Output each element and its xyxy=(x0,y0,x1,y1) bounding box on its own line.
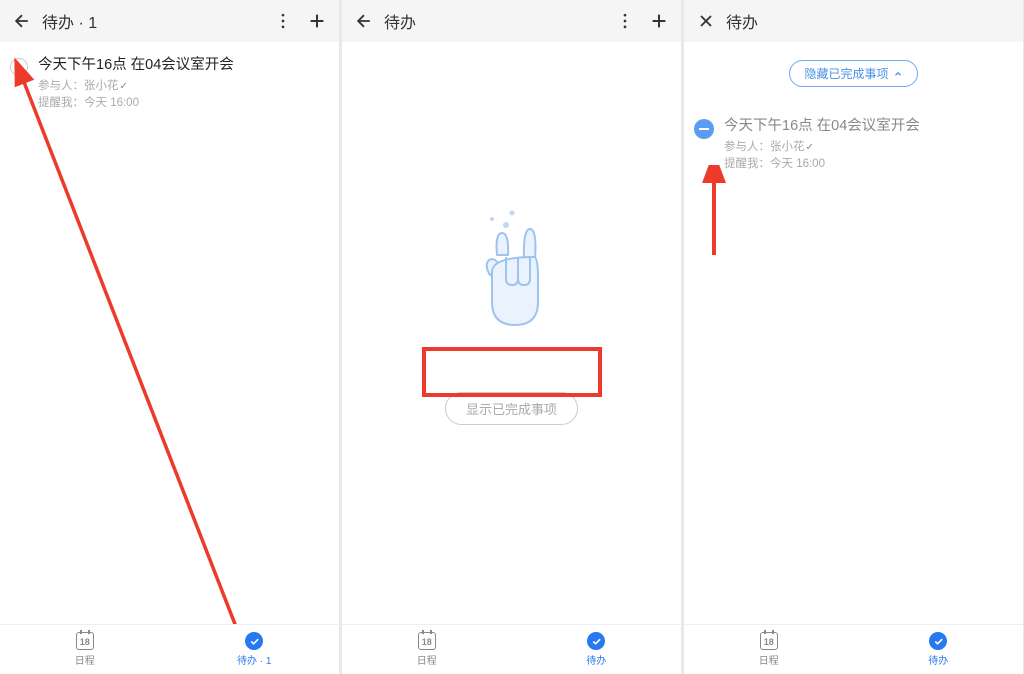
nav-todo[interactable]: 待办 xyxy=(854,625,1024,674)
todo-title: 今天下午16点 在04会议室开会 xyxy=(38,56,325,75)
check-tiny-icon: ✓ xyxy=(806,140,814,155)
calendar-icon: 18 xyxy=(76,632,94,650)
content: 隐藏已完成事项 今天下午16点 在04会议室开会 参与人：张小花✓ 提醒我：今天… xyxy=(684,60,1023,642)
back-icon[interactable] xyxy=(350,7,378,35)
nav-todo[interactable]: 待办 · 1 xyxy=(170,625,340,674)
header-title: 待办 · 1 xyxy=(42,9,97,33)
nav-calendar[interactable]: 18 日程 xyxy=(0,625,170,674)
header-title: 待办 xyxy=(726,9,758,33)
bottom-nav: 18 日程 待办 xyxy=(684,624,1023,674)
more-icon[interactable] xyxy=(611,7,639,35)
close-icon[interactable] xyxy=(692,7,720,35)
more-icon[interactable] xyxy=(269,7,297,35)
screen-one: 待办 · 1 今天下午16点 在04会议室开会 参与人：张小花✓ 提醒我：今天 … xyxy=(0,0,339,674)
header: 待办 · 1 xyxy=(0,0,339,42)
rock-hand-icon xyxy=(452,202,572,352)
chevron-up-icon xyxy=(893,69,903,79)
content: 今天下午16点 在04会议室开会 参与人：张小花✓ 提醒我：今天 16:00 xyxy=(0,42,339,624)
todo-meta: 参与人：张小花✓ 提醒我：今天 16:00 xyxy=(724,139,1009,174)
nav-calendar[interactable]: 18 日程 xyxy=(684,625,854,674)
todo-item[interactable]: 今天下午16点 在04会议室开会 参与人：张小花✓ 提醒我：今天 16:00 xyxy=(0,42,339,124)
annotation-arrow xyxy=(0,42,339,674)
todo-radio[interactable] xyxy=(10,58,28,76)
header-title: 待办 xyxy=(384,9,416,33)
add-icon[interactable] xyxy=(645,7,673,35)
todo-item[interactable]: 今天下午16点 在04会议室开会 参与人：张小花✓ 提醒我：今天 16:00 xyxy=(684,103,1023,185)
check-icon xyxy=(929,632,947,650)
todo-meta: 参与人：张小花✓ 提醒我：今天 16:00 xyxy=(38,78,325,113)
header: 待办 xyxy=(684,0,1023,42)
nav-todo[interactable]: 待办 xyxy=(512,625,682,674)
content: 显示已完成事项 xyxy=(342,42,681,624)
screen-two: 待办 xyxy=(342,0,681,674)
calendar-icon: 18 xyxy=(760,632,778,650)
header: 待办 xyxy=(342,0,681,42)
calendar-icon: 18 xyxy=(418,632,436,650)
screen-three: 待办 隐藏已完成事项 今天下午16点 在04会议室开会 参与人：张小花✓ 提醒我… xyxy=(684,0,1023,674)
nav-calendar[interactable]: 18 日程 xyxy=(342,625,512,674)
hide-completed-button[interactable]: 隐藏已完成事项 xyxy=(789,60,917,87)
remove-icon[interactable] xyxy=(694,119,714,139)
show-completed-button[interactable]: 显示已完成事项 xyxy=(445,392,578,425)
bottom-nav: 18 日程 待办 · 1 xyxy=(0,624,339,674)
back-icon[interactable] xyxy=(8,7,36,35)
check-icon xyxy=(245,632,263,650)
add-icon[interactable] xyxy=(303,7,331,35)
bottom-nav: 18 日程 待办 xyxy=(342,624,681,674)
check-icon xyxy=(587,632,605,650)
empty-state: 显示已完成事项 xyxy=(342,202,681,425)
check-tiny-icon: ✓ xyxy=(120,79,128,94)
todo-title: 今天下午16点 在04会议室开会 xyxy=(724,117,1009,136)
